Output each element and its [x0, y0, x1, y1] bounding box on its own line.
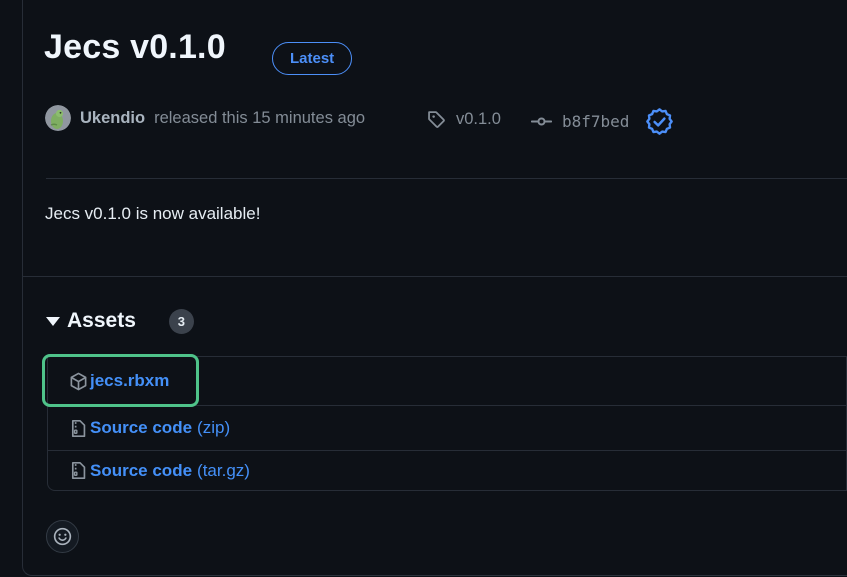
commit-group: b8f7bed — [531, 108, 673, 135]
released-text: released this 15 minutes ago — [154, 109, 365, 128]
asset-link[interactable]: jecs.rbxm — [90, 371, 169, 391]
commit-hash-link[interactable]: b8f7bed — [562, 112, 629, 131]
file-zip-icon — [69, 419, 88, 438]
author-name[interactable]: Ukendio — [80, 109, 145, 127]
assets-header[interactable]: Assets 3 — [46, 306, 194, 336]
release-title: Jecs v0.1.0 — [44, 28, 226, 67]
release-byline: Ukendio released this 15 minutes ago — [45, 105, 365, 131]
asset-link[interactable]: Source code (tar.gz) — [90, 461, 250, 481]
tag-icon — [427, 110, 446, 129]
avatar-image — [45, 105, 71, 131]
author-link[interactable]: Ukendio — [80, 109, 145, 128]
asset-row-source-zip[interactable]: Source code (zip) — [48, 405, 846, 450]
latest-badge: Latest — [272, 42, 352, 75]
header-divider — [46, 178, 847, 179]
assets-count-badge: 3 — [169, 309, 194, 334]
asset-suffix[interactable]: (tar.gz) — [197, 461, 250, 481]
avatar[interactable] — [45, 105, 71, 131]
asset-suffix[interactable]: (zip) — [197, 418, 230, 438]
assets-heading[interactable]: Assets — [67, 309, 136, 333]
package-icon — [69, 372, 88, 391]
asset-row-source-targz[interactable]: Source code (tar.gz) — [48, 450, 846, 490]
caret-down-icon — [46, 317, 60, 326]
smiley-icon — [53, 527, 72, 546]
asset-name[interactable]: Source code — [90, 418, 192, 438]
verified-badge[interactable] — [646, 108, 673, 135]
asset-name[interactable]: jecs.rbxm — [90, 371, 169, 391]
release-description: Jecs v0.1.0 is now available! — [45, 204, 260, 224]
assets-table: jecs.rbxm Source code (zip) Source code — [47, 356, 847, 491]
tag-name: v0.1.0 — [456, 110, 501, 129]
verified-badge-icon — [646, 108, 673, 135]
body-divider — [23, 276, 847, 277]
asset-name[interactable]: Source code — [90, 461, 192, 481]
asset-link[interactable]: Source code (zip) — [90, 418, 230, 438]
file-zip-icon — [69, 461, 88, 480]
git-commit-icon — [531, 111, 552, 132]
asset-row-jecs-rbxm[interactable]: jecs.rbxm — [48, 357, 846, 405]
add-reaction-button[interactable] — [46, 520, 79, 553]
tag-group: v0.1.0 — [427, 110, 501, 129]
